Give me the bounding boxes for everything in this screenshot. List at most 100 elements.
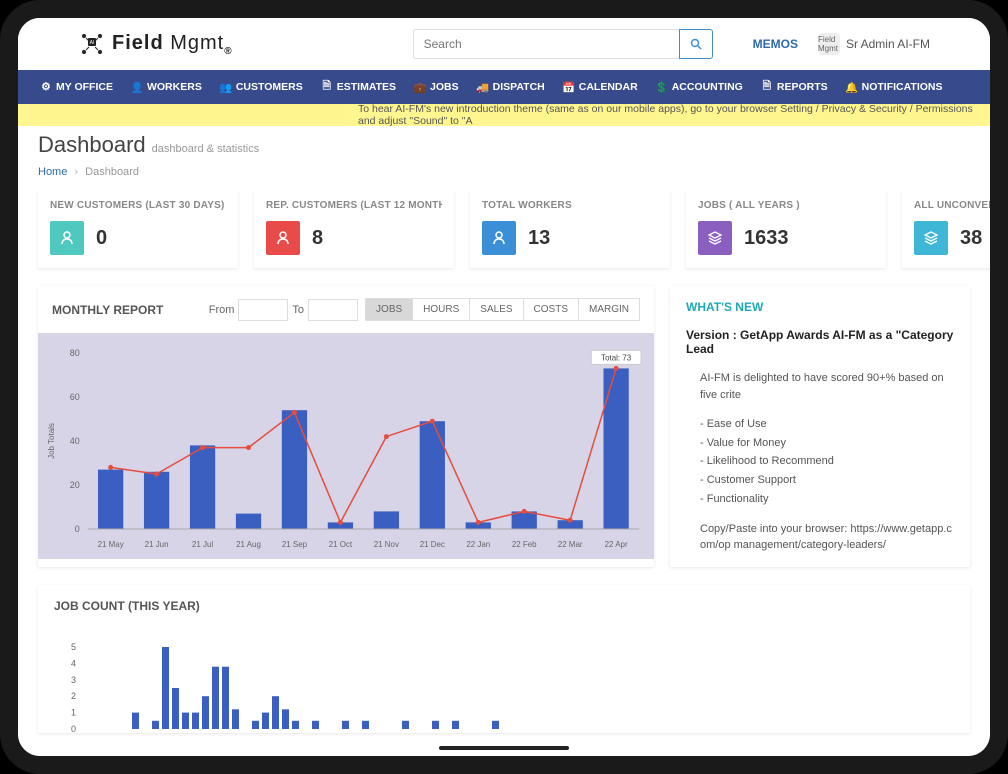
monthly-report-panel: MONTHLY REPORT From To JOBSHOURSSALESCOS…: [38, 286, 654, 567]
stat-value: 13: [528, 227, 550, 250]
top-bar: AI Field Mgmt® MEMOS Field Mgmt Sr Admin…: [18, 18, 990, 70]
news-version: Version : GetApp Awards AI-FM as a "Cate…: [686, 328, 954, 356]
info-banner: To hear AI-FM's new introduction theme (…: [18, 104, 990, 126]
user-menu[interactable]: Field Mgmt Sr Admin AI-FM: [818, 33, 930, 55]
news-bullets: - Ease of Use- Value for Money- Likeliho…: [686, 415, 954, 508]
user-icon: 👤: [131, 81, 143, 93]
monthly-chart: 020406080Job Totals21 May21 Jun21 Jul21 …: [38, 333, 654, 559]
report-title: MONTHLY REPORT: [52, 303, 205, 317]
briefcase-icon: 💼: [414, 81, 426, 93]
svg-text:4: 4: [71, 659, 76, 669]
svg-text:5: 5: [71, 643, 76, 652]
user-icon: [266, 221, 300, 255]
svg-text:21 Jul: 21 Jul: [192, 540, 213, 549]
crumb-current: Dashboard: [85, 166, 139, 178]
stat-card[interactable]: ALL UNCONVERT 38: [902, 190, 990, 268]
report-tab-costs[interactable]: COSTS: [523, 298, 579, 321]
nav-customers[interactable]: 👥CUSTOMERS: [212, 81, 311, 93]
svg-text:22 Mar: 22 Mar: [558, 540, 583, 549]
svg-text:22 Feb: 22 Feb: [512, 540, 537, 549]
search-input[interactable]: [413, 29, 679, 59]
stat-card[interactable]: NEW CUSTOMERS (LAST 30 DAYS) 0: [38, 190, 238, 268]
stat-value: 1633: [744, 227, 789, 250]
logo-text: Field Mgmt®: [112, 32, 233, 57]
stat-label: REP. CUSTOMERS (LAST 12 MONTH): [266, 200, 442, 211]
nav-workers[interactable]: 👤WORKERS: [123, 81, 210, 93]
nav-my-office[interactable]: ⚙MY OFFICE: [32, 81, 121, 93]
report-tabs: JOBSHOURSSALESCOSTSMARGIN: [366, 298, 640, 321]
report-tab-jobs[interactable]: JOBS: [365, 298, 413, 321]
page-subtitle: dashboard & statistics: [152, 143, 260, 155]
stats-row: NEW CUSTOMERS (LAST 30 DAYS) 0 REP. CUST…: [18, 190, 990, 286]
news-bullet: - Customer Support: [700, 471, 954, 490]
gear-icon: ⚙: [40, 81, 52, 93]
svg-text:2: 2: [71, 691, 76, 701]
job-count-panel: JOB COUNT (THIS YEAR) 012345: [38, 585, 970, 733]
svg-text:21 Jun: 21 Jun: [145, 540, 169, 549]
report-icon: 🗎: [761, 81, 773, 93]
search-icon: [690, 38, 702, 50]
nav-calendar[interactable]: 📅CALENDAR: [555, 81, 646, 93]
logo-icon: AI: [78, 30, 106, 58]
user-icon: [482, 221, 516, 255]
to-input[interactable]: [308, 299, 358, 321]
svg-text:0: 0: [75, 524, 80, 534]
nav-jobs[interactable]: 💼JOBS: [406, 81, 467, 93]
news-bullet: - Functionality: [700, 490, 954, 509]
news-intro: AI-FM is delighted to have scored 90+% b…: [686, 370, 954, 403]
news-bullet: - Value for Money: [700, 434, 954, 453]
from-label: From: [209, 304, 235, 316]
svg-text:AI: AI: [90, 40, 95, 46]
document-icon: 🗎: [321, 81, 333, 93]
user-badge-icon: Field Mgmt: [818, 33, 840, 55]
job-count-chart: 012345: [54, 643, 954, 733]
from-input[interactable]: [238, 299, 288, 321]
nav-accounting[interactable]: 💲ACCOUNTING: [648, 81, 751, 93]
search-button[interactable]: [679, 29, 713, 59]
bell-icon: 🔔: [846, 81, 858, 93]
stack-icon: [914, 221, 948, 255]
money-icon: 💲: [656, 81, 668, 93]
svg-text:21 Aug: 21 Aug: [236, 540, 261, 549]
nav-notifications[interactable]: 🔔NOTIFICATIONS: [838, 81, 951, 93]
stack-icon: [698, 221, 732, 255]
news-bullet: - Likelihood to Recommend: [700, 452, 954, 471]
svg-text:1: 1: [71, 708, 76, 718]
report-tab-hours[interactable]: HOURS: [412, 298, 470, 321]
svg-text:Total: 73: Total: 73: [601, 353, 632, 362]
nav-estimates[interactable]: 🗎ESTIMATES: [313, 81, 404, 93]
report-tab-margin[interactable]: MARGIN: [578, 298, 640, 321]
page-title: Dashboard: [38, 132, 146, 158]
job-count-title: JOB COUNT (THIS YEAR): [54, 599, 954, 613]
to-label: To: [292, 304, 304, 316]
svg-text:21 Sep: 21 Sep: [282, 540, 308, 549]
breadcrumb: Home › Dashboard: [18, 160, 990, 190]
svg-text:Job Totals: Job Totals: [47, 423, 56, 459]
stat-card[interactable]: REP. CUSTOMERS (LAST 12 MONTH) 8: [254, 190, 454, 268]
stat-value: 0: [96, 227, 107, 250]
stat-card[interactable]: TOTAL WORKERS 13: [470, 190, 670, 268]
nav-reports[interactable]: 🗎REPORTS: [753, 81, 836, 93]
svg-text:0: 0: [71, 724, 76, 733]
user-icon: [50, 221, 84, 255]
main-nav: ⚙MY OFFICE 👤WORKERS 👥CUSTOMERS 🗎ESTIMATE…: [18, 70, 990, 104]
calendar-icon: 📅: [563, 81, 575, 93]
memos-link[interactable]: MEMOS: [753, 37, 798, 51]
stat-value: 38: [960, 227, 982, 250]
stat-card[interactable]: JOBS ( ALL YEARS ) 1633: [686, 190, 886, 268]
svg-text:22 Jan: 22 Jan: [466, 540, 490, 549]
whats-new-panel: WHAT'S NEW Version : GetApp Awards AI-FM…: [670, 286, 970, 567]
crumb-home[interactable]: Home: [38, 166, 67, 178]
report-tab-sales[interactable]: SALES: [469, 298, 523, 321]
svg-text:20: 20: [70, 480, 80, 490]
stat-label: TOTAL WORKERS: [482, 200, 658, 211]
nav-dispatch[interactable]: 🚚DISPATCH: [469, 81, 553, 93]
truck-icon: 🚚: [477, 81, 489, 93]
svg-text:60: 60: [70, 392, 80, 402]
users-icon: 👥: [220, 81, 232, 93]
svg-text:40: 40: [70, 436, 80, 446]
svg-text:80: 80: [70, 348, 80, 358]
news-link-text: Copy/Paste into your browser: https://ww…: [686, 522, 954, 553]
app-logo: AI Field Mgmt®: [78, 30, 233, 58]
svg-text:21 Nov: 21 Nov: [374, 540, 399, 549]
